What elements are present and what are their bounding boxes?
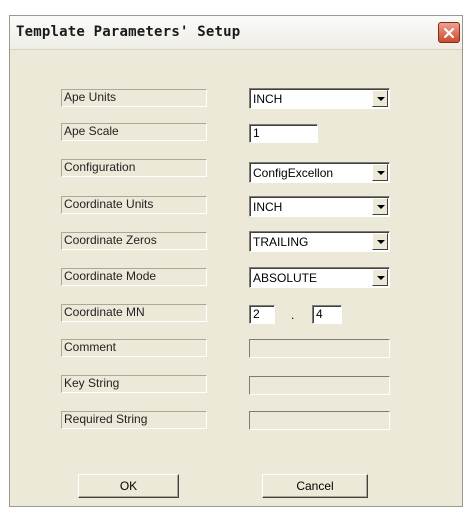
ape-units-label: Ape Units xyxy=(61,89,207,107)
coordinate-zeros-label: Coordinate Zeros xyxy=(61,232,207,250)
required-string-label: Required String xyxy=(61,411,207,429)
comment-input[interactable] xyxy=(249,339,390,358)
coordinate-mn-separator: . xyxy=(291,308,295,322)
ok-button[interactable]: OK xyxy=(78,474,179,498)
coordinate-units-value: INCH xyxy=(253,200,283,214)
required-string-input[interactable] xyxy=(249,411,390,430)
configuration-select[interactable]: ConfigExcellon xyxy=(249,162,390,183)
dialog-title: Template Parameters' Setup xyxy=(16,24,241,40)
cancel-button[interactable]: Cancel xyxy=(262,474,368,498)
close-button[interactable] xyxy=(438,22,460,43)
ape-scale-label: Ape Scale xyxy=(61,123,207,141)
coordinate-zeros-select[interactable]: TRAILING xyxy=(249,231,390,252)
coordinate-mode-select[interactable]: ABSOLUTE xyxy=(249,267,390,288)
chevron-down-icon[interactable] xyxy=(372,233,388,250)
coordinate-m-input[interactable]: 2 xyxy=(249,305,275,324)
ape-scale-input[interactable]: 1 xyxy=(249,124,318,143)
ape-units-value: INCH xyxy=(253,92,283,106)
chevron-down-icon[interactable] xyxy=(372,164,388,181)
title-bar[interactable]: Template Parameters' Setup xyxy=(10,16,462,50)
coordinate-mode-value: ABSOLUTE xyxy=(253,271,318,285)
coordinate-mn-label: Coordinate MN xyxy=(61,304,207,322)
chevron-down-icon[interactable] xyxy=(372,90,388,107)
coordinate-units-label: Coordinate Units xyxy=(61,196,207,214)
dialog-window: Template Parameters' Setup Ape Units INC… xyxy=(9,15,463,507)
ape-units-select[interactable]: INCH xyxy=(249,88,390,109)
configuration-value: ConfigExcellon xyxy=(253,166,334,180)
coordinate-units-select[interactable]: INCH xyxy=(249,196,390,217)
comment-label: Comment xyxy=(61,339,207,357)
key-string-input[interactable] xyxy=(249,376,390,395)
configuration-label: Configuration xyxy=(61,159,207,177)
chevron-down-icon[interactable] xyxy=(372,269,388,286)
close-icon xyxy=(443,27,455,38)
coordinate-zeros-value: TRAILING xyxy=(253,235,309,249)
key-string-label: Key String xyxy=(61,375,207,393)
coordinate-mode-label: Coordinate Mode xyxy=(61,268,207,286)
coordinate-n-input[interactable]: 4 xyxy=(312,305,342,324)
chevron-down-icon[interactable] xyxy=(372,198,388,215)
